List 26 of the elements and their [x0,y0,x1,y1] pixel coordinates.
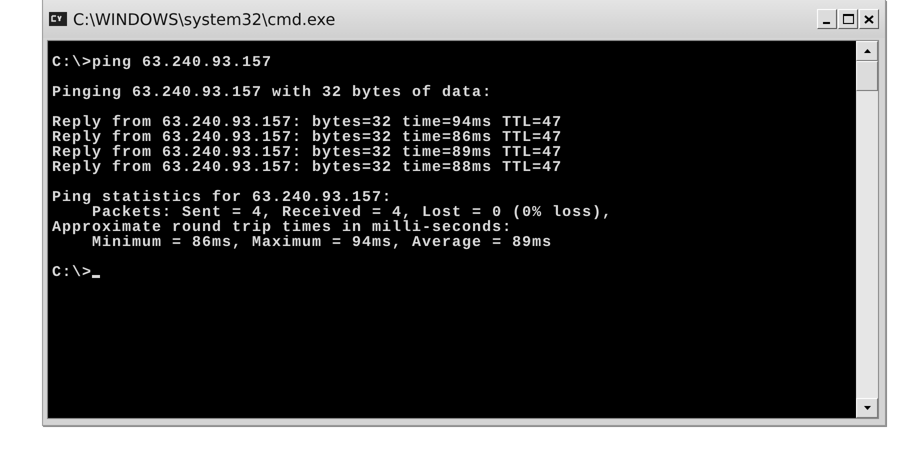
minimize-button[interactable] [817,9,837,29]
window-title: C:\WINDOWS\system32\cmd.exe [73,10,336,28]
console-line: Pinging 63.240.93.157 with 32 bytes of data: [52,85,492,100]
console-line: Reply from 63.240.93.157: bytes=32 time=88ms TTL=47 [52,160,562,175]
minimize-icon [823,22,831,24]
maximize-button[interactable] [838,9,858,29]
console-line: Minimum = 86ms, Maximum = 94ms, Average = 89ms [92,235,552,250]
vertical-scrollbar[interactable] [856,41,878,418]
console-line: Reply from 63.240.93.157: bytes=32 time=89ms TTL=47 [52,145,562,160]
down-arrow-icon [864,406,870,410]
console-icon [49,12,67,26]
close-icon [864,14,874,24]
up-arrow-icon [864,49,870,53]
console-line: Approximate round trip times in milli-seconds: [52,220,512,235]
console-line: Ping statistics for 63.240.93.157: [52,190,392,205]
text-cursor [92,275,100,278]
scrollbar-thumb[interactable] [856,61,878,91]
command-prompt: C:\> [52,265,92,280]
scroll-down-button[interactable] [856,398,878,418]
scroll-up-button[interactable] [856,41,878,61]
maximize-icon [842,14,854,24]
console-line: Reply from 63.240.93.157: bytes=32 time=86ms TTL=47 [52,130,562,145]
close-button[interactable] [859,9,879,29]
console-line: Reply from 63.240.93.157: bytes=32 time=94ms TTL=47 [52,115,562,130]
console-line: Packets: Sent = 4, Received = 4, Lost = 0 (0% loss), [92,205,612,220]
console-line: C:\>ping 63.240.93.157 [52,55,272,70]
